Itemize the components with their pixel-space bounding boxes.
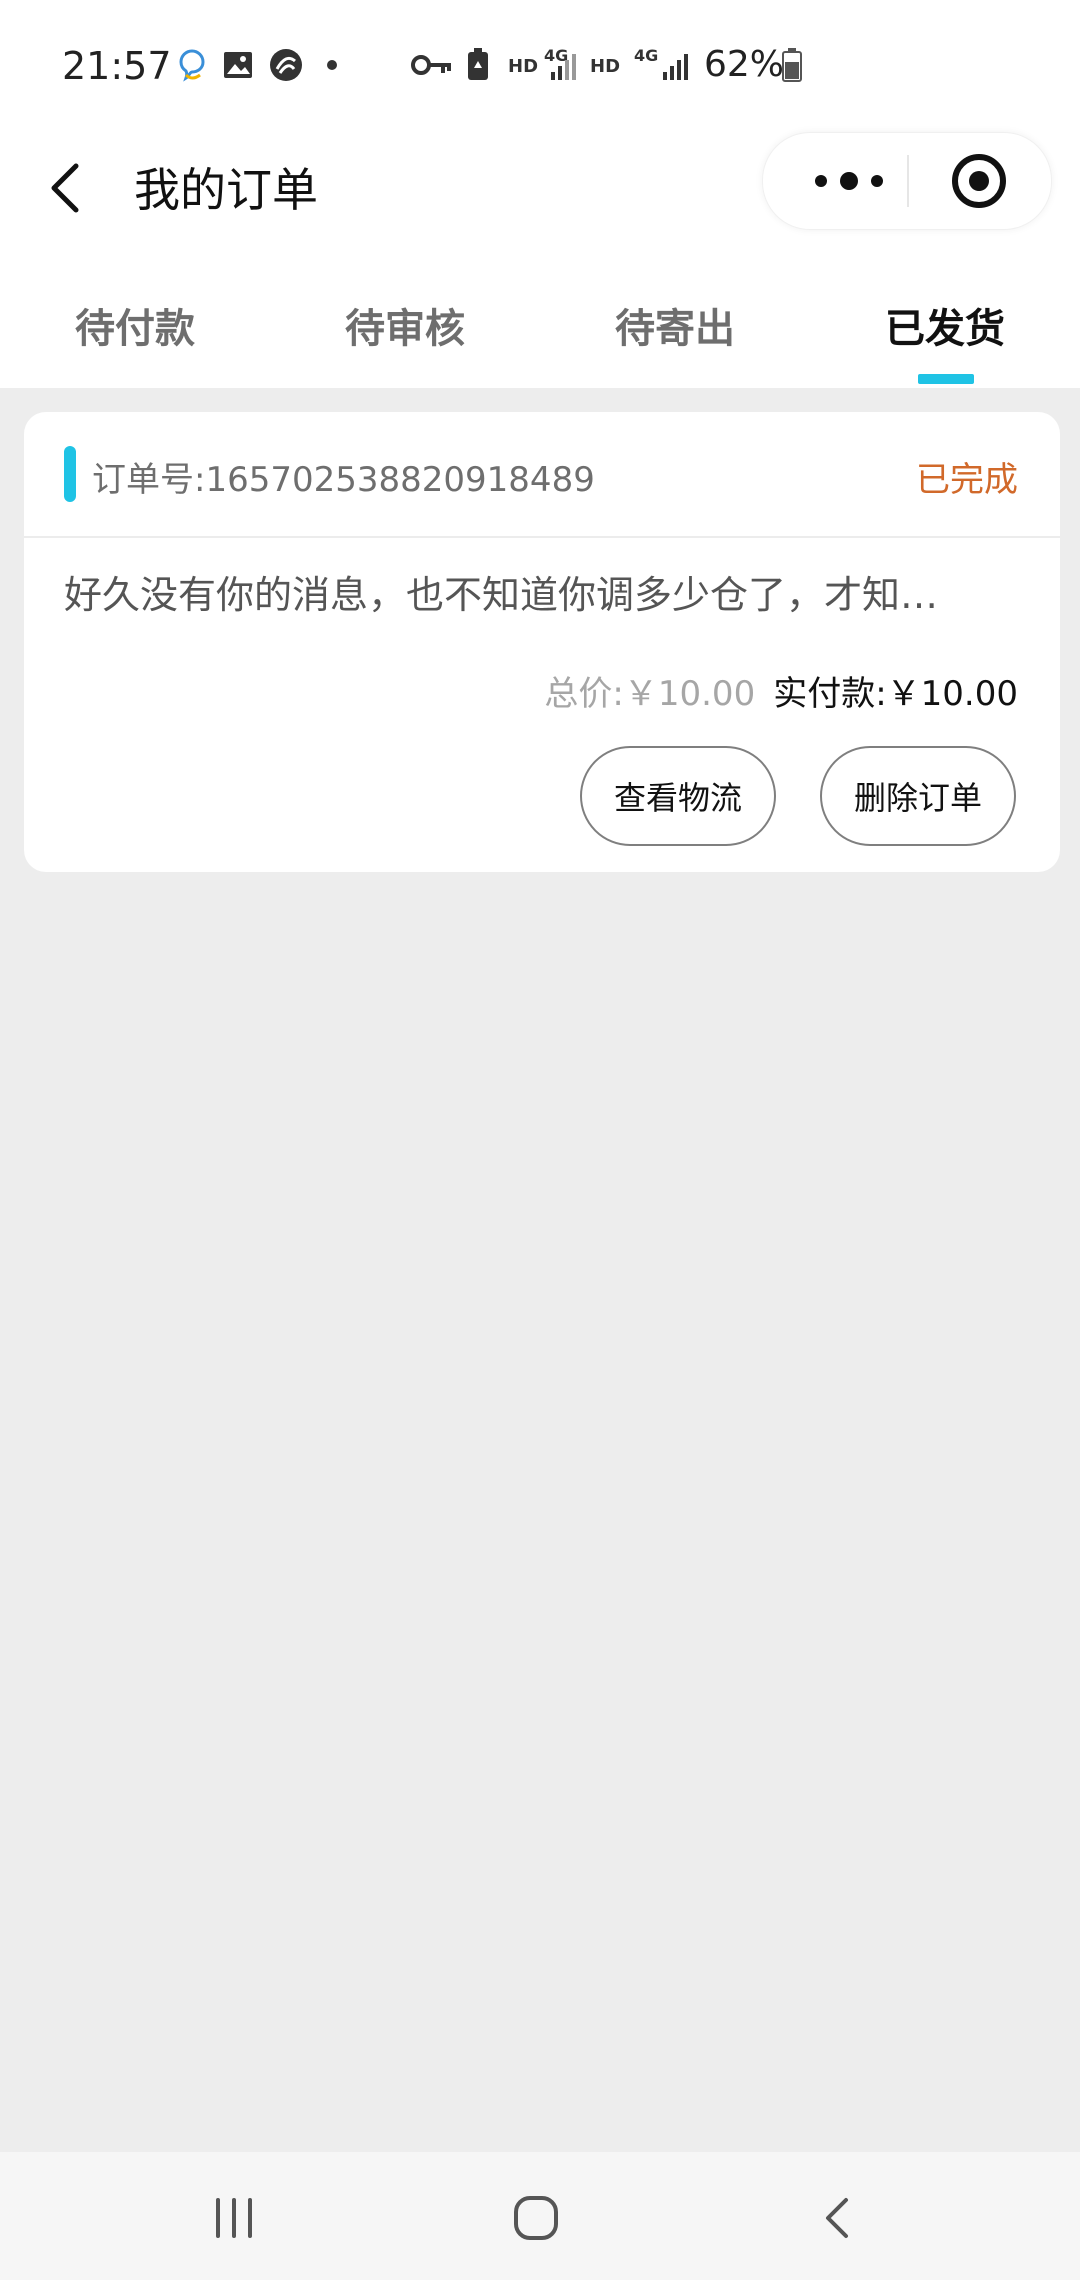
- signal-icon-2: [660, 48, 696, 82]
- order-card[interactable]: 订单号:165702538820918489 已完成 好久没有你的消息，也不知道…: [24, 412, 1060, 872]
- network-label-2: 4G: [634, 46, 659, 65]
- order-tabs: 待付款 待审核 待寄出 已发货: [0, 260, 1080, 388]
- target-circle-icon: [952, 154, 1006, 208]
- chevron-left-icon: [51, 163, 79, 213]
- more-dots-icon: [815, 172, 883, 190]
- back-icon: [826, 2198, 848, 2238]
- app-notification-icon: [266, 48, 306, 82]
- recents-button[interactable]: [194, 2178, 274, 2258]
- total-price: 总价:￥10.00: [544, 674, 756, 714]
- status-bar: 21:57 HD 4G HD 4G 62%: [0, 0, 1080, 130]
- system-nav-bar: [0, 2152, 1080, 2280]
- delete-order-button[interactable]: 删除订单: [820, 746, 1016, 846]
- capsule-divider: [907, 155, 909, 207]
- back-button[interactable]: [40, 152, 96, 224]
- order-status: 已完成: [916, 460, 1018, 500]
- order-card-header: 订单号:165702538820918489 已完成: [24, 412, 1060, 538]
- home-button[interactable]: [496, 2178, 576, 2258]
- system-back-button[interactable]: [798, 2178, 878, 2258]
- hd-label-2: HD: [590, 56, 621, 77]
- tab-shipped[interactable]: 已发货: [810, 260, 1080, 388]
- order-number: 订单号:165702538820918489: [92, 460, 595, 500]
- active-tab-indicator: [918, 374, 974, 384]
- home-icon: [514, 2196, 558, 2240]
- recents-icon: [216, 2198, 252, 2238]
- close-program-button[interactable]: [949, 151, 1009, 211]
- signal-icon: [548, 48, 584, 82]
- battery-saver-icon: [462, 48, 494, 82]
- more-button[interactable]: [799, 133, 899, 229]
- price-row: 总价:￥10.00 实付款:￥10.00: [544, 666, 1018, 715]
- vpn-key-icon: [410, 48, 454, 82]
- order-description: 好久没有你的消息，也不知道你调多少仓了，才知…: [64, 573, 939, 617]
- mini-program-capsule: [762, 132, 1052, 230]
- nav-bar: 我的订单: [0, 130, 1080, 260]
- page-title: 我的订单: [134, 163, 318, 217]
- paid-amount: 实付款:￥10.00: [773, 674, 1018, 714]
- assistant-icon: [172, 48, 212, 82]
- tab-pending-payment[interactable]: 待付款: [0, 260, 270, 388]
- tab-pending-review[interactable]: 待审核: [270, 260, 540, 388]
- gallery-icon: [220, 48, 256, 82]
- battery-icon: [780, 48, 804, 82]
- hd-label-1: HD: [508, 56, 539, 77]
- battery-percent: 62%: [704, 44, 785, 85]
- view-logistics-button[interactable]: 查看物流: [580, 746, 776, 846]
- dot-icon: [320, 48, 344, 82]
- tab-pending-shipment[interactable]: 待寄出: [540, 260, 810, 388]
- accent-bar: [64, 446, 76, 502]
- status-time: 21:57: [62, 44, 172, 88]
